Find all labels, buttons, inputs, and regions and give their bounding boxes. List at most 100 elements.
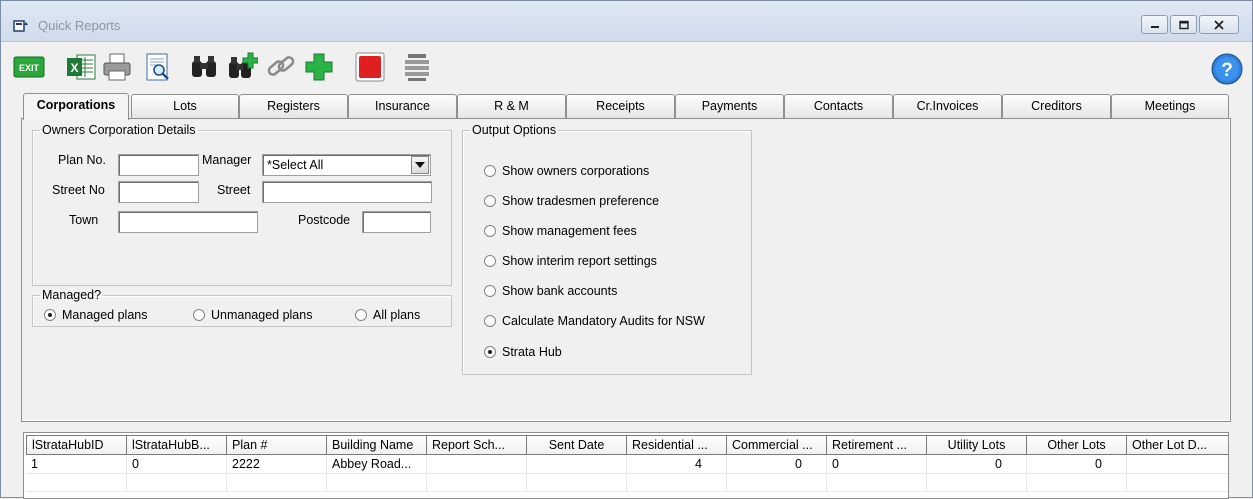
column-header[interactable]: Report Sch... bbox=[427, 435, 527, 455]
excel-icon: X bbox=[67, 54, 96, 80]
column-header[interactable]: Building Name bbox=[327, 435, 427, 455]
list-icon bbox=[405, 54, 429, 81]
town-label: Town bbox=[69, 213, 99, 227]
exit-button[interactable]: EXIT bbox=[13, 51, 45, 83]
export-excel-button[interactable]: X bbox=[65, 51, 97, 83]
manager-label: Manager bbox=[202, 153, 252, 167]
results-grid[interactable]: lStrataHubID lStrataHubB... Plan # Build… bbox=[23, 432, 1229, 499]
street-no-label: Street No bbox=[52, 183, 105, 197]
radio-unselected-icon bbox=[484, 195, 496, 207]
town-input[interactable] bbox=[118, 211, 258, 233]
tab-lots[interactable]: Lots bbox=[131, 94, 239, 118]
empty-cell bbox=[327, 474, 427, 492]
column-header[interactable]: Utility Lots bbox=[927, 435, 1027, 455]
column-header[interactable]: Plan # bbox=[227, 435, 327, 455]
tab-creditors[interactable]: Creditors bbox=[1002, 94, 1111, 118]
calculate-mandatory-audits-radio[interactable]: Calculate Mandatory Audits for NSW bbox=[484, 314, 705, 328]
empty-cell bbox=[927, 474, 1027, 492]
table-cell: Abbey Road... bbox=[327, 456, 427, 474]
plan-no-input[interactable] bbox=[118, 154, 199, 176]
empty-cell bbox=[1127, 474, 1228, 492]
svg-text:X: X bbox=[70, 61, 78, 75]
column-header[interactable]: Residential ... bbox=[627, 435, 727, 455]
corporations-panel: Owners Corporation Details Plan No. Mana… bbox=[21, 118, 1231, 422]
tab-r-and-m[interactable]: R & M bbox=[457, 94, 566, 118]
unmanaged-plans-radio[interactable]: Unmanaged plans bbox=[193, 308, 312, 322]
manager-dropdown-button[interactable] bbox=[411, 156, 429, 174]
print-button[interactable] bbox=[101, 51, 133, 83]
find-next-button[interactable] bbox=[226, 51, 259, 83]
stop-button[interactable] bbox=[354, 51, 386, 83]
maximize-button[interactable] bbox=[1170, 15, 1197, 34]
table-cell: 4 bbox=[627, 456, 727, 474]
app-icon bbox=[13, 20, 28, 32]
help-button[interactable]: ? bbox=[1211, 53, 1243, 85]
tab-registers[interactable]: Registers bbox=[239, 94, 348, 118]
column-header[interactable]: Sent Date bbox=[527, 435, 627, 455]
print-preview-button[interactable] bbox=[142, 51, 174, 83]
list-button[interactable] bbox=[401, 51, 433, 83]
strata-hub-radio[interactable]: Strata Hub bbox=[484, 345, 562, 359]
owners-corporation-details-group: Owners Corporation Details bbox=[32, 123, 452, 286]
calculate-mandatory-audits-label: Calculate Mandatory Audits for NSW bbox=[502, 314, 705, 328]
column-header[interactable]: Retirement ... bbox=[827, 435, 927, 455]
tab-payments[interactable]: Payments bbox=[675, 94, 784, 118]
empty-cell bbox=[227, 474, 327, 492]
radio-selected-icon bbox=[44, 309, 56, 321]
show-interim-report-settings-radio[interactable]: Show interim report settings bbox=[484, 254, 657, 268]
table-cell: 0 bbox=[727, 456, 827, 474]
managed-legend: Managed? bbox=[42, 288, 102, 302]
strata-hub-label: Strata Hub bbox=[502, 345, 562, 359]
tab-meetings[interactable]: Meetings bbox=[1111, 94, 1229, 118]
tab-corporations[interactable]: Corporations bbox=[23, 93, 129, 120]
show-tradesmen-preference-label: Show tradesmen preference bbox=[502, 194, 660, 208]
show-bank-accounts-radio[interactable]: Show bank accounts bbox=[484, 284, 617, 298]
empty-cell bbox=[827, 474, 927, 492]
show-interim-report-settings-label: Show interim report settings bbox=[502, 254, 657, 268]
street-no-input[interactable] bbox=[118, 181, 199, 203]
table-cell: 0 bbox=[927, 456, 1027, 474]
table-cell bbox=[527, 456, 627, 474]
radio-selected-icon bbox=[484, 346, 496, 358]
grid-header: lStrataHubID lStrataHubB... Plan # Build… bbox=[24, 435, 1228, 455]
exit-label: EXIT bbox=[19, 63, 40, 73]
column-header[interactable]: Other Lot D... bbox=[1127, 435, 1228, 455]
managed-plans-radio[interactable]: Managed plans bbox=[44, 308, 147, 322]
tab-cr-invoices[interactable]: Cr.Invoices bbox=[893, 94, 1002, 118]
add-button[interactable] bbox=[303, 51, 335, 83]
manager-select[interactable]: *Select All bbox=[262, 154, 431, 176]
table-cell bbox=[427, 456, 527, 474]
column-header[interactable]: Commercial ... bbox=[727, 435, 827, 455]
street-input[interactable] bbox=[262, 181, 432, 203]
minimize-button[interactable] bbox=[1141, 15, 1168, 34]
tab-receipts[interactable]: Receipts bbox=[566, 94, 675, 118]
column-header[interactable]: Other Lots bbox=[1027, 435, 1127, 455]
show-tradesmen-preference-radio[interactable]: Show tradesmen preference bbox=[484, 194, 659, 208]
binoculars-icon bbox=[192, 56, 216, 77]
svg-text:?: ? bbox=[1221, 60, 1233, 81]
all-plans-radio[interactable]: All plans bbox=[355, 308, 420, 322]
column-header[interactable]: lStrataHubB... bbox=[127, 435, 227, 455]
table-row[interactable]: 1 0 2222 Abbey Road... 4 0 0 0 0 bbox=[24, 456, 1228, 474]
preview-icon bbox=[146, 53, 169, 81]
close-icon bbox=[1214, 19, 1224, 30]
tab-insurance[interactable]: Insurance bbox=[348, 94, 457, 118]
show-management-fees-radio[interactable]: Show management fees bbox=[484, 224, 637, 238]
owners-corporation-details-legend: Owners Corporation Details bbox=[42, 123, 196, 137]
link-button[interactable] bbox=[265, 51, 297, 83]
table-cell: 0 bbox=[127, 456, 227, 474]
title-bar: Quick Reports bbox=[1, 1, 1252, 42]
column-header[interactable]: lStrataHubID bbox=[26, 435, 127, 455]
postcode-input[interactable] bbox=[362, 211, 431, 233]
find-button[interactable] bbox=[188, 51, 220, 83]
close-button[interactable] bbox=[1199, 15, 1239, 34]
output-options-legend: Output Options bbox=[472, 123, 557, 137]
postcode-label: Postcode bbox=[298, 213, 351, 227]
show-owners-corporations-label: Show owners corporations bbox=[502, 164, 650, 178]
show-owners-corporations-radio[interactable]: Show owners corporations bbox=[484, 164, 649, 178]
all-plans-label: All plans bbox=[373, 308, 421, 322]
unmanaged-plans-label: Unmanaged plans bbox=[211, 308, 313, 322]
tab-contacts[interactable]: Contacts bbox=[784, 94, 893, 118]
help-icon: ? bbox=[1211, 53, 1243, 85]
empty-cell bbox=[127, 474, 227, 492]
